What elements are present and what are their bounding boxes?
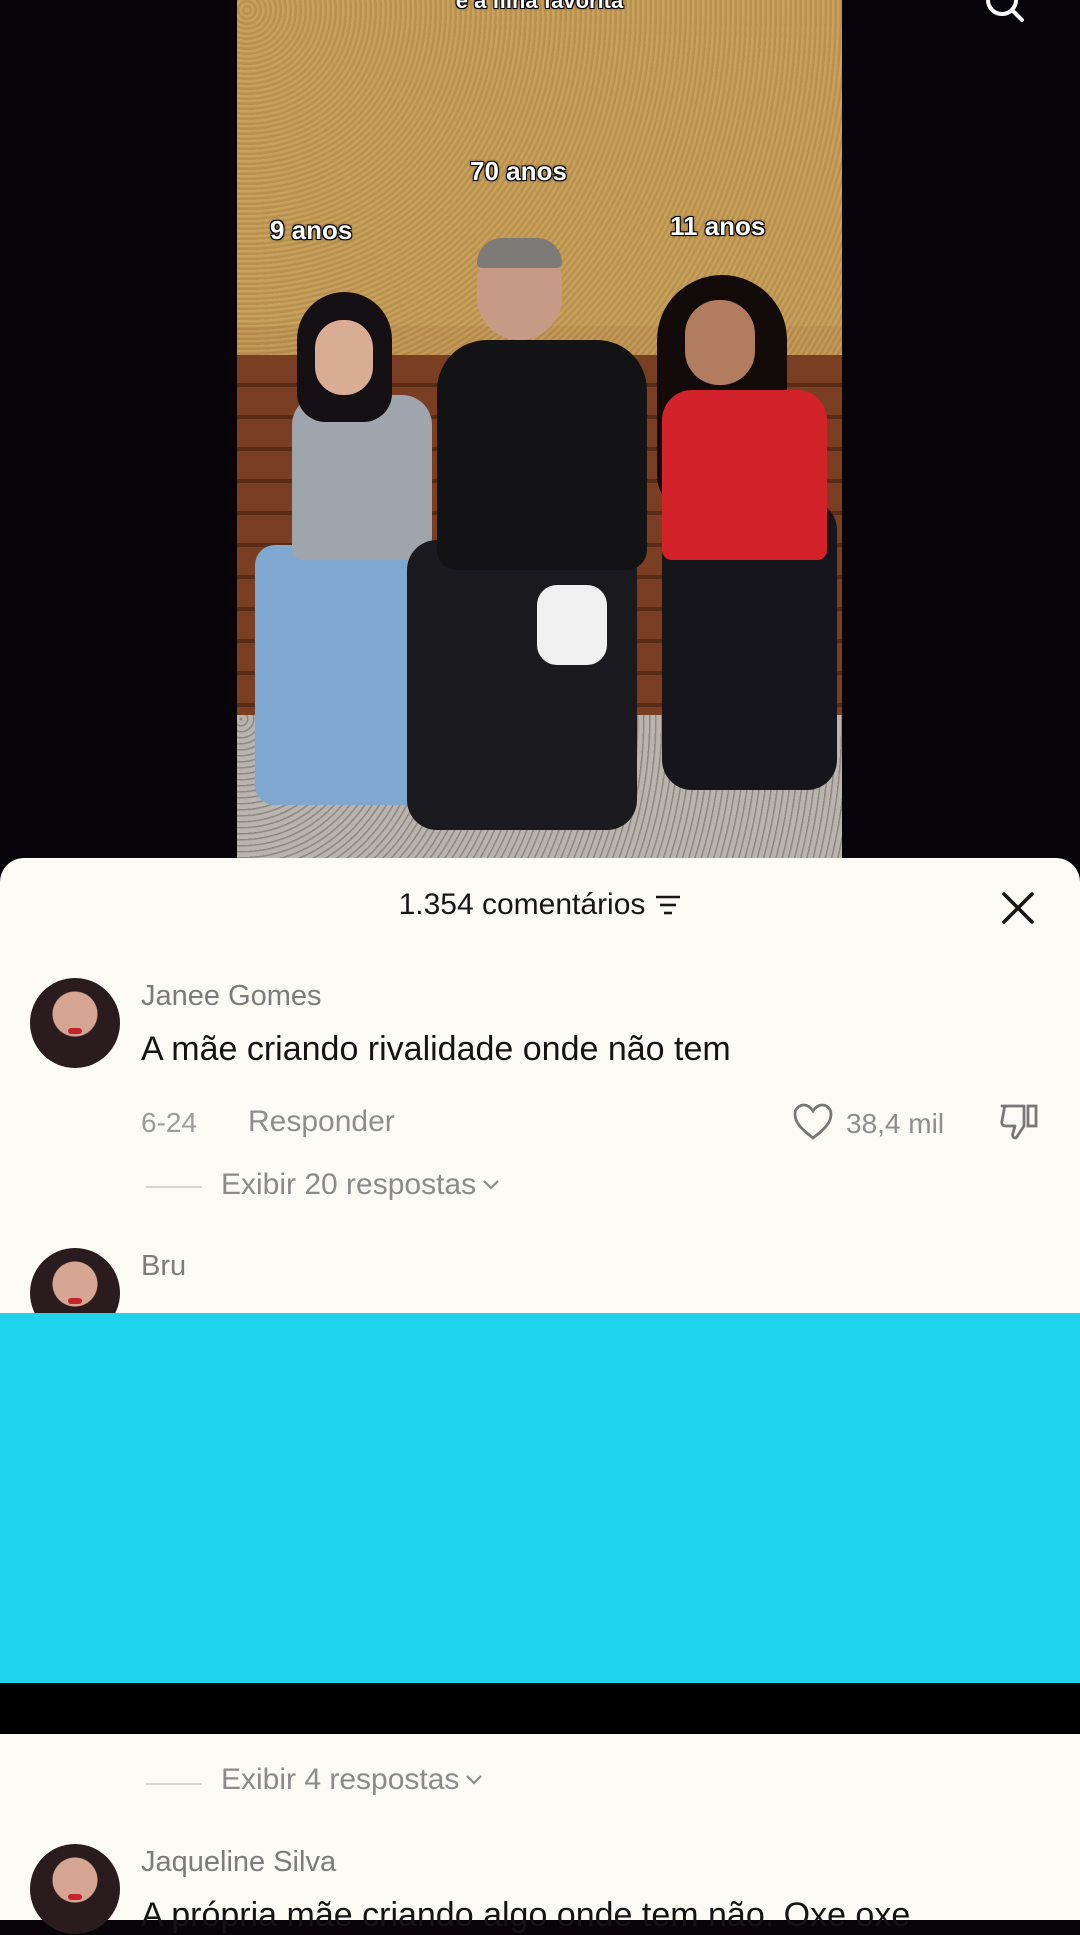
video-label-left: 9 anos — [270, 215, 353, 245]
comment-username[interactable]: Janee Gomes — [141, 980, 322, 1013]
reply-button[interactable]: Responder — [248, 1105, 395, 1139]
man-pants — [407, 540, 637, 830]
comments-count-title: 1.354 comentários — [398, 888, 646, 921]
thumbs-down-icon[interactable] — [998, 1100, 1040, 1142]
comment-text: A mãe criando rivalidade onde não tem — [141, 1030, 731, 1068]
chevron-down-icon — [483, 1180, 499, 1190]
girl-right-face — [685, 300, 755, 385]
view-replies-label: Exibir 4 respostas — [221, 1763, 460, 1796]
sort-icon[interactable] — [655, 894, 681, 916]
black-bar — [0, 1683, 1080, 1734]
view-replies-button[interactable]: Exibir 20 respostas — [221, 1168, 500, 1202]
comment-item: Janee Gomes A mãe criando rivalidade ond… — [0, 978, 1080, 1278]
girl-left-face — [315, 320, 373, 395]
chevron-down-icon — [466, 1775, 483, 1785]
man-shirt — [437, 340, 647, 570]
like-count: 38,4 mil — [846, 1108, 945, 1139]
avatar[interactable] — [30, 978, 120, 1068]
comments-header: 1.354 comentários — [0, 888, 1080, 938]
comment-text: A própria mãe criando algo onde tem não.… — [141, 1896, 911, 1934]
comment-date: 6-24 — [141, 1107, 198, 1138]
comments-continued: Exibir 4 respostas Jaqueline Silva A pró… — [0, 1734, 1080, 1934]
sneaker — [537, 585, 607, 665]
comments-title-wrap[interactable]: 1.354 comentários — [399, 888, 682, 922]
view-replies-label: Exibir 20 respostas — [221, 1168, 477, 1201]
replies-divider — [146, 1783, 202, 1785]
video-label-right: 11 anos — [670, 211, 766, 241]
man-hair — [477, 238, 562, 268]
close-icon[interactable] — [998, 888, 1038, 928]
video-label-center: 70 anos — [470, 156, 567, 186]
comment-item: Jaqueline Silva A própria mãe criando al… — [0, 1844, 1080, 1934]
comment-username[interactable]: Bru — [141, 1250, 186, 1283]
girl-right-shirt — [662, 390, 827, 560]
comment-username[interactable]: Jaqueline Silva — [141, 1846, 336, 1879]
replies-divider — [146, 1186, 202, 1188]
heart-icon[interactable] — [792, 1102, 834, 1142]
view-replies-button[interactable]: Exibir 4 respostas — [221, 1763, 483, 1797]
avatar[interactable] — [30, 1844, 120, 1934]
redaction-block — [0, 1313, 1080, 1683]
video-caption: e a filha favorita — [455, 0, 624, 13]
search-icon[interactable] — [982, 0, 1024, 24]
video-player[interactable]: e a filha favorita 70 anos 9 anos 11 ano… — [237, 0, 842, 858]
